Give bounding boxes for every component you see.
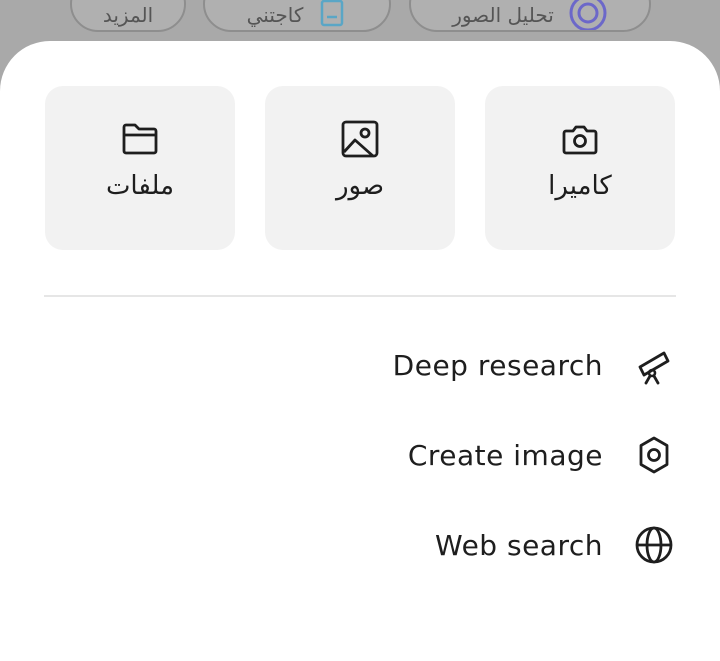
attachment-bottom-sheet: كاميرا صور ملفات Deep research Create im… (0, 41, 720, 661)
create-image-item[interactable]: Create image (408, 430, 675, 480)
create-image-label: Create image (407, 438, 603, 472)
photos-label: صور (335, 171, 385, 201)
camera-label: كاميرا (548, 171, 612, 201)
folder-icon (120, 119, 160, 159)
camera-icon (560, 119, 600, 159)
files-button[interactable]: ملفات (45, 86, 235, 250)
gear-icon (633, 434, 675, 476)
chip-image-analysis[interactable]: تحليل الصور (409, 0, 651, 32)
web-search-label: Web search (435, 528, 603, 562)
photos-button[interactable]: صور (265, 86, 455, 250)
document-icon (317, 0, 347, 30)
chip-more[interactable]: المزيد (70, 0, 186, 32)
deep-research-label: Deep research (392, 348, 603, 382)
photo-icon (340, 119, 380, 159)
image-analysis-icon (568, 0, 608, 30)
camera-button[interactable]: كاميرا (485, 86, 675, 250)
globe-icon (633, 524, 675, 566)
divider (44, 295, 676, 297)
web-search-item[interactable]: Web search (435, 520, 675, 570)
files-label: ملفات (105, 171, 175, 201)
chip-document[interactable]: كاجتني (203, 0, 391, 32)
chip-document-label: كاجتني (246, 3, 304, 27)
deep-research-item[interactable]: Deep research (393, 340, 675, 390)
telescope-icon (633, 344, 675, 386)
chip-image-analysis-label: تحليل الصور (452, 3, 554, 27)
chip-more-label: المزيد (102, 3, 154, 27)
